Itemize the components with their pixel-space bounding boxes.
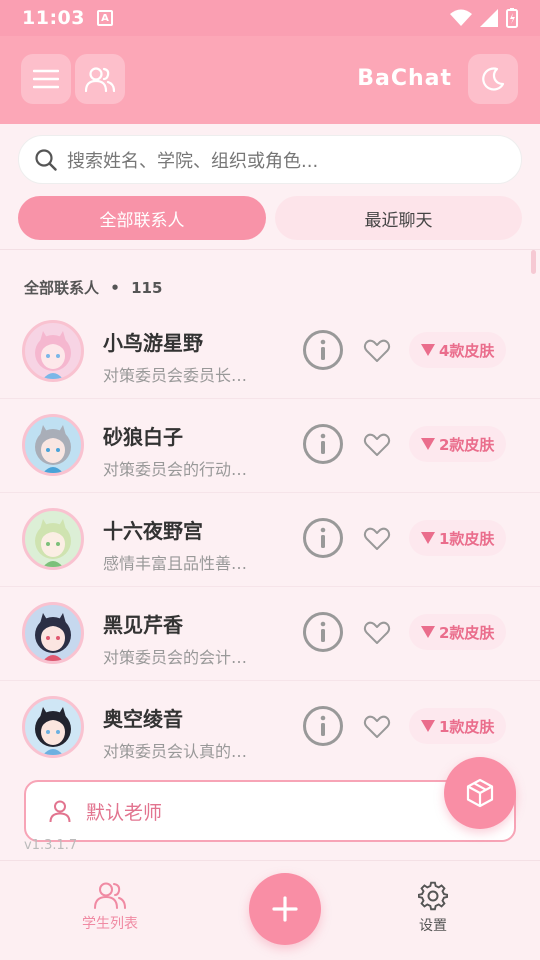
contact-count: 115 xyxy=(131,279,163,297)
app-bar: BaChat xyxy=(0,36,540,124)
skin-count-label: 1款皮肤 xyxy=(439,717,495,736)
avatar-image xyxy=(35,331,71,379)
avatar-image xyxy=(35,425,71,473)
nav-settings-label: 设置 xyxy=(419,918,447,934)
status-notification-icon: A xyxy=(96,10,113,26)
avatar-image xyxy=(35,519,71,567)
triangle-down-icon xyxy=(421,438,435,450)
contact-row[interactable]: 砂狼白子 对策委员会的行动… 2款皮肤 xyxy=(0,399,540,493)
students-icon xyxy=(94,882,126,909)
skin-count-badge[interactable]: 2款皮肤 xyxy=(409,426,507,462)
section-header: 全部联系人 • 115 xyxy=(24,277,162,298)
signal-icon xyxy=(480,9,498,27)
contact-name: 砂狼白子 xyxy=(103,425,183,449)
section-separator: • xyxy=(110,279,120,297)
tab-all-contacts[interactable]: 全部联系人 xyxy=(18,196,266,240)
user-icon xyxy=(49,800,71,823)
info-icon[interactable] xyxy=(302,517,344,559)
version-text: v1.3.1.7 xyxy=(24,838,78,853)
triangle-down-icon xyxy=(421,626,435,638)
heart-icon[interactable] xyxy=(363,525,391,553)
scrollbar[interactable] xyxy=(531,250,536,274)
search-input[interactable]: 搜索姓名、学院、组织或角色... xyxy=(18,135,522,184)
avatar[interactable] xyxy=(22,320,84,382)
info-icon[interactable] xyxy=(302,423,344,465)
contact-description: 对策委员会的会计… xyxy=(103,648,248,667)
contact-list[interactable]: 全部联系人 • 115 小鸟游星野 对策委员会委员长… 4款皮肤 砂狼白子 对策… xyxy=(0,250,540,767)
avatar-image xyxy=(35,613,71,661)
triangle-down-icon xyxy=(421,720,435,732)
contact-name: 小鸟游星野 xyxy=(103,331,203,355)
nav-student-list-label: 学生列表 xyxy=(82,916,138,932)
skin-count-badge[interactable]: 2款皮肤 xyxy=(409,614,507,650)
wifi-icon xyxy=(450,9,472,26)
avatar-image xyxy=(35,707,71,755)
nav-student-list[interactable]: 学生列表 xyxy=(82,881,138,933)
heart-icon[interactable] xyxy=(363,619,391,647)
contact-row[interactable]: 十六夜野宫 感情丰富且品性善… 1款皮肤 xyxy=(0,493,540,587)
plus-icon xyxy=(272,896,298,922)
menu-button[interactable] xyxy=(21,54,71,104)
skin-count-label: 2款皮肤 xyxy=(439,435,495,454)
search-placeholder: 搜索姓名、学院、组织或角色... xyxy=(67,150,319,172)
avatar[interactable] xyxy=(22,508,84,570)
hamburger-menu-icon xyxy=(33,69,59,89)
teacher-selector[interactable]: 默认老师 xyxy=(24,780,516,842)
contact-name: 奥空绫音 xyxy=(103,707,183,731)
skin-count-label: 1款皮肤 xyxy=(439,529,495,548)
contact-name: 十六夜野宫 xyxy=(103,519,203,543)
skin-count-badge[interactable]: 4款皮肤 xyxy=(409,332,507,368)
contact-row[interactable]: 奥空绫音 对策委员会认真的… 1款皮肤 xyxy=(0,681,540,767)
section-title: 全部联系人 xyxy=(24,279,100,297)
avatar[interactable] xyxy=(22,414,84,476)
moon-icon xyxy=(482,67,505,91)
add-button[interactable] xyxy=(249,873,321,945)
search-icon xyxy=(35,148,57,171)
heart-icon[interactable] xyxy=(363,713,391,741)
contact-description: 对策委员会认真的… xyxy=(103,742,248,761)
tab-recent-chats[interactable]: 最近聊天 xyxy=(275,196,522,240)
status-icons xyxy=(450,8,518,28)
battery-icon xyxy=(506,8,518,28)
info-icon[interactable] xyxy=(302,329,344,371)
status-bar: 11:03 A xyxy=(0,0,540,36)
teacher-label: 默认老师 xyxy=(86,801,163,824)
contact-description: 对策委员会委员长… xyxy=(103,366,248,385)
app-title: BaChat xyxy=(357,66,452,91)
skin-count-label: 2款皮肤 xyxy=(439,623,495,642)
skin-count-badge[interactable]: 1款皮肤 xyxy=(409,520,507,556)
heart-icon[interactable] xyxy=(363,431,391,459)
contact-name: 黑见芹香 xyxy=(103,613,183,637)
avatar[interactable] xyxy=(22,696,84,758)
status-time: 11:03 xyxy=(22,7,85,29)
heart-icon[interactable] xyxy=(363,337,391,365)
contact-row[interactable]: 小鸟游星野 对策委员会委员长… 4款皮肤 xyxy=(0,305,540,399)
users-icon xyxy=(85,67,115,92)
nav-settings[interactable]: 设置 xyxy=(418,881,448,935)
contact-description: 对策委员会的行动… xyxy=(103,460,248,479)
contact-description: 感情丰富且品性善… xyxy=(103,554,248,573)
triangle-down-icon xyxy=(421,344,435,356)
triangle-down-icon xyxy=(421,532,435,544)
skin-count-label: 4款皮肤 xyxy=(439,341,495,360)
gear-icon xyxy=(418,881,448,911)
info-icon[interactable] xyxy=(302,611,344,653)
group-button[interactable] xyxy=(75,54,125,104)
cube-icon xyxy=(466,778,494,808)
contact-row[interactable]: 黑见芹香 对策委员会的会计… 2款皮肤 xyxy=(0,587,540,681)
theme-toggle-button[interactable] xyxy=(468,54,518,104)
skin-count-badge[interactable]: 1款皮肤 xyxy=(409,708,507,744)
avatar[interactable] xyxy=(22,602,84,664)
info-icon[interactable] xyxy=(302,705,344,747)
box-fab-button[interactable] xyxy=(444,757,516,829)
